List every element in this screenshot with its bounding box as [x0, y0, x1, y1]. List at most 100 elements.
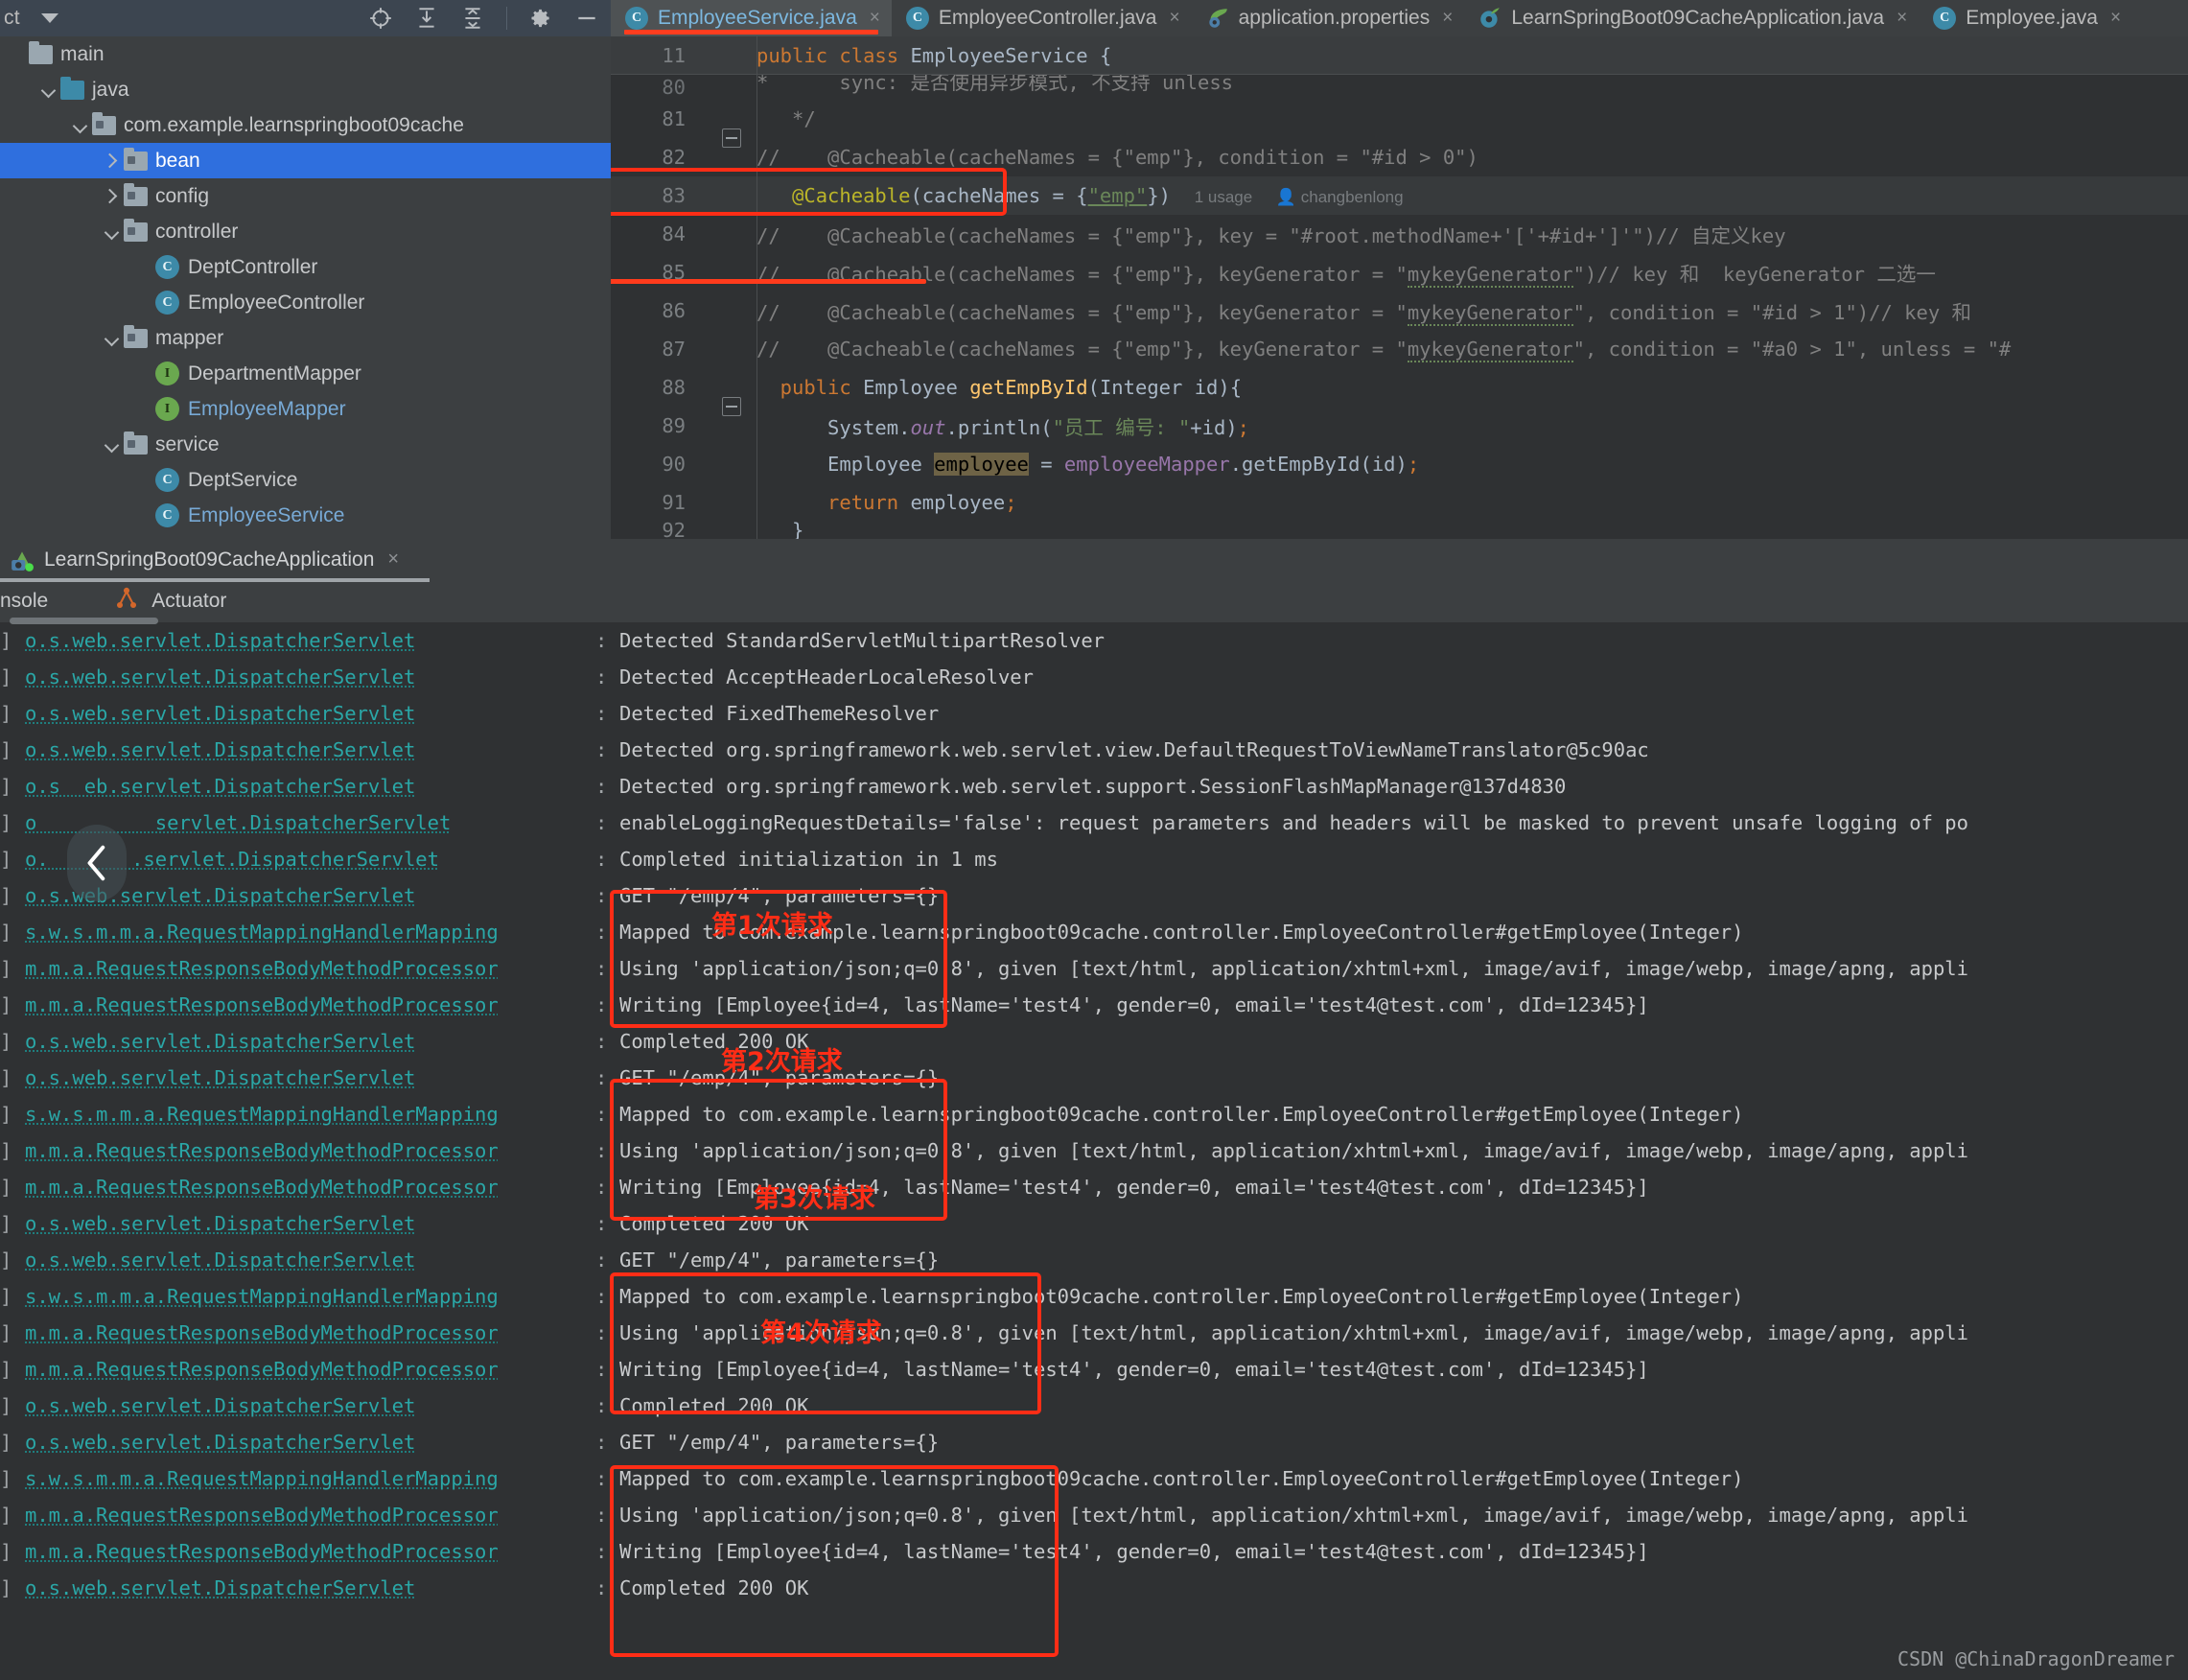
console-line[interactable]: ] m.m.a.RequestResponseBodyMethodProcesso… [0, 1497, 2188, 1533]
editor-tab-employeecontroller-java[interactable]: C EmployeeController.java × [892, 0, 1192, 36]
console-line[interactable]: ] o.s.web.servlet.DispatcherServlet: Compl… [0, 1023, 2188, 1060]
console-line[interactable]: ] o.s.web.servlet.DispatcherServlet: Detec… [0, 695, 2188, 732]
tree-item-mapper[interactable]: mapper [0, 320, 611, 356]
tree-item-employeeservice[interactable]: C EmployeeService [0, 498, 611, 533]
console-line[interactable]: ] o.s.web.servlet.DispatcherServlet: Detec… [0, 732, 2188, 768]
chevron-down-icon[interactable] [40, 13, 58, 23]
tab-actuator[interactable]: Actuator [113, 585, 226, 618]
console-line[interactable]: ] o. .servlet.DispatcherServlet: Completed… [0, 841, 2188, 877]
tree-item-employeemapper[interactable]: I EmployeeMapper [0, 391, 611, 427]
console-line[interactable]: ] o.s.web.servlet.DispatcherServlet: Compl… [0, 1388, 2188, 1424]
tree-item-departmentmapper[interactable]: I DepartmentMapper [0, 356, 611, 391]
back-navigation-button[interactable] [67, 825, 127, 901]
console-line[interactable]: ] m.m.a.RequestResponseBodyMethodProcesso… [0, 1169, 2188, 1205]
run-subtabs[interactable]: nsole Actuator [0, 580, 2188, 622]
console-logger-name[interactable]: o.s.web.servlet.DispatcherServlet [25, 1424, 595, 1460]
chevron-right-icon[interactable] [103, 186, 124, 207]
console-logger-name[interactable]: m.m.a.RequestResponseBodyMethodProcessor [25, 1497, 595, 1533]
expand-all-icon[interactable] [414, 6, 439, 31]
console-logger-name[interactable]: s.w.s.m.m.a.RequestMappingHandlerMapping [25, 1278, 595, 1315]
console-line[interactable]: ] o servlet.DispatcherServlet: enableLoggi… [0, 805, 2188, 841]
gear-icon[interactable] [528, 6, 553, 31]
editor-tab-bar[interactable]: C EmployeeService.java × C EmployeeControlle… [611, 0, 2188, 36]
tree-item-config[interactable]: config [0, 178, 611, 214]
chevron-down-icon[interactable] [103, 434, 124, 455]
close-icon[interactable]: × [2110, 8, 2121, 29]
console-logger-name[interactable]: m.m.a.RequestResponseBodyMethodProcessor [25, 1351, 595, 1388]
code-line-85[interactable]: 85 // @Cacheable(cacheNames = {"emp"}, k… [611, 253, 2188, 292]
console-logger-name[interactable]: o.s eb.servlet.DispatcherServlet [25, 768, 595, 805]
console-logger-name[interactable]: s.w.s.m.m.a.RequestMappingHandlerMapping [25, 1460, 595, 1497]
console-line[interactable]: ] m.m.a.RequestResponseBodyMethodProcesso… [0, 1132, 2188, 1169]
editor-tab-employeeservice-java[interactable]: C EmployeeService.java × [611, 0, 892, 36]
console-line[interactable]: ] o.s.web.servlet.DispatcherServlet: GET "… [0, 1424, 2188, 1460]
console-logger-name[interactable]: o.s.web.servlet.DispatcherServlet [25, 1388, 595, 1424]
console-line[interactable]: ] m.m.a.RequestResponseBodyMethodProcesso… [0, 1351, 2188, 1388]
tree-item-java[interactable]: java [0, 72, 611, 107]
tree-item-bean[interactable]: bean [0, 143, 611, 178]
console-logger-name[interactable]: o.s.web.servlet.DispatcherServlet [25, 659, 595, 695]
editor-tab-employee-java[interactable]: C Employee.java × [1919, 0, 2132, 36]
console-logger-name[interactable]: m.m.a.RequestResponseBodyMethodProcessor [25, 950, 595, 987]
console-logger-name[interactable]: s.w.s.m.m.a.RequestMappingHandlerMapping [25, 914, 595, 950]
close-icon[interactable]: × [1897, 8, 1907, 29]
run-configuration-tabs[interactable]: LearnSpringBoot09CacheApplication × [0, 539, 2188, 582]
code-line-91[interactable]: 91 return employee; [611, 483, 2188, 522]
console-line[interactable]: ] o.s eb.servlet.DispatcherServlet: Detect… [0, 768, 2188, 805]
console-line[interactable]: ] o.s.web.servlet.DispatcherServlet: Compl… [0, 1570, 2188, 1606]
tree-item-service[interactable]: service [0, 427, 611, 462]
code-line-86[interactable]: 86 // @Cacheable(cacheNames = {"emp"}, k… [611, 292, 2188, 330]
tree-item-deptcontroller[interactable]: C DeptController [0, 249, 611, 285]
close-icon[interactable]: × [1442, 8, 1453, 29]
console-logger-name[interactable]: o.s.web.servlet.DispatcherServlet [25, 732, 595, 768]
code-line-82[interactable]: 82 // @Cacheable(cacheNames = {"emp"}, c… [611, 138, 2188, 176]
console-logger-name[interactable]: o.s.web.servlet.DispatcherServlet [25, 622, 595, 659]
console-logger-name[interactable]: o.s.web.servlet.DispatcherServlet [25, 1060, 595, 1096]
project-tree[interactable]: main java com.example.learnspringboot09cac… [0, 36, 611, 539]
chevron-down-icon[interactable] [103, 222, 124, 243]
close-icon[interactable]: × [870, 8, 880, 29]
console-logger-name[interactable]: m.m.a.RequestResponseBodyMethodProcessor [25, 1533, 595, 1570]
console-line[interactable]: ] o.s.web.servlet.DispatcherServlet: GET "… [0, 1060, 2188, 1096]
console-output[interactable]: ] o.s.web.servlet.DispatcherServlet: Detec… [0, 622, 2188, 1680]
console-logger-name[interactable]: o.s.web.servlet.DispatcherServlet [25, 1242, 595, 1278]
chevron-down-icon[interactable] [71, 115, 92, 136]
chevron-down-icon[interactable] [39, 80, 60, 101]
console-logger-name[interactable]: m.m.a.RequestResponseBodyMethodProcessor [25, 1315, 595, 1351]
console-line[interactable]: ] s.w.s.m.m.a.RequestMappingHandlerMappin… [0, 1278, 2188, 1315]
code-line-80[interactable]: 80 * sync: 是否使用异步模式, 不支持 unless [611, 75, 2188, 100]
console-scroll-thumb[interactable] [10, 618, 158, 624]
code-line-89[interactable]: 89 System.out.println("员工 编号: "+id); [611, 407, 2188, 445]
editor-tab-learnspringboot09cacheapplication-java[interactable]: LearnSpringBoot09CacheApplication.java × [1464, 0, 1919, 36]
tab-console[interactable]: nsole [0, 590, 48, 613]
console-line[interactable]: ] s.w.s.m.m.a.RequestMappingHandlerMappin… [0, 1096, 2188, 1132]
collapse-all-icon[interactable] [460, 6, 485, 31]
code-editor[interactable]: 11 public class EmployeeService { 80 * s… [611, 36, 2188, 539]
console-line[interactable]: ] m.m.a.RequestResponseBodyMethodProcesso… [0, 1315, 2188, 1351]
console-line[interactable]: ] o.s.web.servlet.DispatcherServlet: Detec… [0, 659, 2188, 695]
code-line-84[interactable]: 84 // @Cacheable(cacheNames = {"emp"}, k… [611, 215, 2188, 253]
console-line[interactable]: ] o.s.web.servlet.DispatcherServlet: GET "… [0, 877, 2188, 914]
tree-item-employeecontroller[interactable]: C EmployeeController [0, 285, 611, 320]
console-line[interactable]: ] o.s.web.servlet.DispatcherServlet: GET "… [0, 1242, 2188, 1278]
console-logger-name[interactable]: m.m.a.RequestResponseBodyMethodProcessor [25, 1132, 595, 1169]
chevron-right-icon[interactable] [103, 151, 124, 172]
console-logger-name[interactable]: o.s.web.servlet.DispatcherServlet [25, 695, 595, 732]
tree-item-deptservice[interactable]: C DeptService [0, 462, 611, 498]
console-line[interactable]: ] s.w.s.m.m.a.RequestMappingHandlerMappin… [0, 1460, 2188, 1497]
tree-item-controller[interactable]: controller [0, 214, 611, 249]
code-line-92[interactable]: 92 } [611, 522, 2188, 539]
chevron-down-icon[interactable] [103, 328, 124, 349]
close-icon[interactable]: × [387, 548, 399, 571]
console-line[interactable]: ] o.s.web.servlet.DispatcherServlet: Detec… [0, 622, 2188, 659]
console-logger-name[interactable]: o.s.web.servlet.DispatcherServlet [25, 1570, 595, 1606]
code-line-87[interactable]: 87 // @Cacheable(cacheNames = {"emp"}, k… [611, 330, 2188, 368]
console-line[interactable]: ] m.m.a.RequestResponseBodyMethodProcesso… [0, 1533, 2188, 1570]
minimize-icon[interactable] [574, 6, 599, 31]
close-icon[interactable]: × [1170, 8, 1180, 29]
console-logger-name[interactable]: o.s.web.servlet.DispatcherServlet [25, 1205, 595, 1242]
locate-icon[interactable] [368, 6, 393, 31]
tree-item-com-example-learnspringboot09cache[interactable]: com.example.learnspringboot09cache [0, 107, 611, 143]
console-line[interactable]: ] m.m.a.RequestResponseBodyMethodProcesso… [0, 950, 2188, 987]
code-line-90[interactable]: 90 Employee employee = employeeMapper.ge… [611, 445, 2188, 483]
